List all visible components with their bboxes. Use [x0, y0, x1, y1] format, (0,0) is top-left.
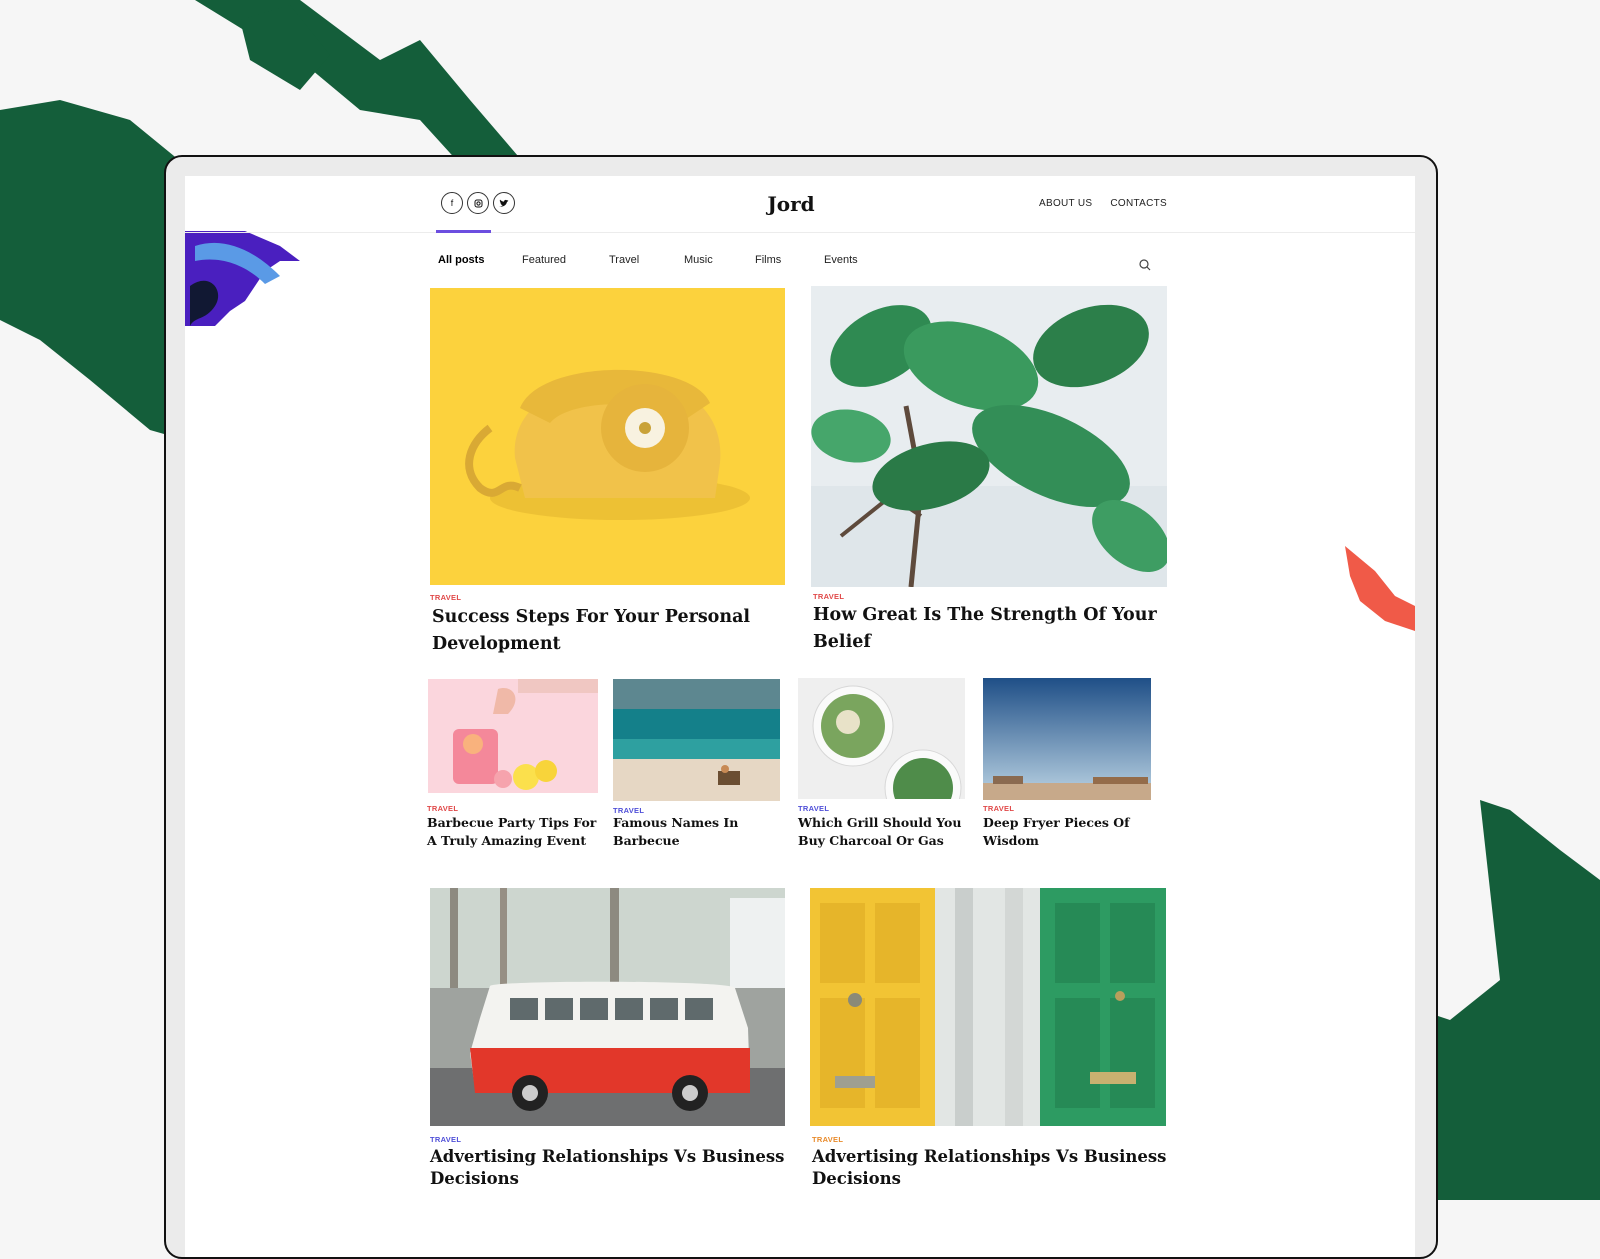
post-tag[interactable]: TRAVEL — [430, 1135, 461, 1144]
website-screen: f Jord ABOUT US CONTACTS All posts Featu… — [185, 176, 1415, 1257]
post-title[interactable]: Advertising Relationships Vs Business De… — [430, 1146, 790, 1190]
post-tag[interactable]: TRAVEL — [798, 804, 829, 813]
post-title[interactable]: Famous Names In Barbecue — [613, 814, 793, 850]
post-tag[interactable]: TRAVEL — [430, 593, 461, 602]
post-image-pink-drink[interactable] — [428, 679, 598, 793]
about-us-link[interactable]: ABOUT US — [1039, 198, 1092, 209]
post-tag[interactable]: TRAVEL — [983, 804, 1014, 813]
category-nav: All posts Featured Travel Music Films Ev… — [438, 254, 884, 266]
post-image-yellow-phone[interactable] — [430, 288, 785, 585]
post-tag[interactable]: TRAVEL — [813, 592, 844, 601]
post-image-colored-doors[interactable] — [810, 888, 1166, 1126]
post-title[interactable]: Deep Fryer Pieces Of Wisdom — [983, 814, 1163, 850]
post-title[interactable]: Which Grill Should You Buy Charcoal Or G… — [798, 814, 978, 850]
browser-frame: f Jord ABOUT US CONTACTS All posts Featu… — [164, 155, 1438, 1259]
post-image-salad-bowls[interactable] — [798, 678, 965, 799]
category-music[interactable]: Music — [684, 254, 755, 266]
post-title[interactable]: Advertising Relationships Vs Business De… — [812, 1146, 1172, 1190]
social-links: f — [441, 192, 515, 214]
post-title[interactable]: Barbecue Party Tips For A Truly Amazing … — [427, 814, 612, 850]
instagram-icon[interactable] — [467, 192, 489, 214]
post-image-desert-sky[interactable] — [983, 678, 1151, 800]
post-tag[interactable]: TRAVEL — [812, 1135, 843, 1144]
category-travel[interactable]: Travel — [609, 254, 684, 266]
header-links: ABOUT US CONTACTS — [1039, 198, 1167, 209]
category-events[interactable]: Events — [824, 254, 884, 266]
post-title[interactable]: How Great Is The Strength Of Your Belief — [813, 602, 1173, 656]
post-image-rubber-plant[interactable] — [811, 286, 1167, 587]
post-image-red-van[interactable] — [430, 888, 785, 1126]
post-title[interactable]: Success Steps For Your Personal Developm… — [432, 604, 792, 658]
post-tag[interactable]: TRAVEL — [427, 804, 458, 813]
facebook-icon[interactable]: f — [441, 192, 463, 214]
category-films[interactable]: Films — [755, 254, 824, 266]
search-icon[interactable] — [1138, 258, 1152, 272]
site-logo[interactable]: Jord — [761, 192, 821, 216]
contacts-link[interactable]: CONTACTS — [1110, 198, 1167, 209]
category-all-posts[interactable]: All posts — [438, 254, 522, 266]
header-accent-underline — [436, 230, 491, 233]
category-featured[interactable]: Featured — [522, 254, 609, 266]
site-header: f Jord ABOUT US CONTACTS — [185, 176, 1415, 233]
post-image-beach[interactable] — [613, 679, 780, 801]
twitter-icon[interactable] — [493, 192, 515, 214]
